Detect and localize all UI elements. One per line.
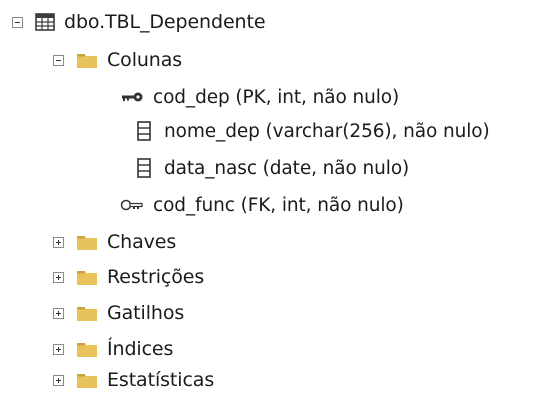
tree-node-folder-estatisticas[interactable]: Estatísticas: [53, 364, 214, 396]
tree-node-label: Estatísticas: [107, 369, 215, 391]
expand-toggle-icon[interactable]: [53, 307, 64, 319]
tree-node-column-nome-dep[interactable]: nome_dep (varchar(256), não nulo): [137, 115, 490, 147]
tree-node-label: Índices: [107, 338, 174, 360]
expand-toggle-icon[interactable]: [53, 271, 64, 283]
tree-node-label: Restrições: [107, 266, 205, 288]
primary-key-icon: [120, 90, 144, 104]
tree-node-label: Chaves: [107, 231, 177, 253]
tree-node-label: cod_dep (PK, int, não nulo): [153, 86, 400, 108]
tree-node-label: nome_dep (varchar(256), não nulo): [164, 120, 490, 142]
tree-node-label: Colunas: [107, 49, 183, 71]
tree-node-column-cod-dep[interactable]: cod_dep (PK, int, não nulo): [120, 81, 399, 113]
column-icon: [137, 158, 151, 178]
expand-toggle-icon[interactable]: [53, 236, 64, 248]
expand-toggle-icon[interactable]: [53, 343, 64, 355]
collapse-toggle-icon[interactable]: [12, 16, 23, 28]
table-icon: [35, 13, 55, 31]
tree-node-columns-folder[interactable]: Colunas: [53, 44, 182, 76]
tree-node-label: data_nasc (date, não nulo): [164, 157, 410, 179]
folder-icon: [76, 268, 98, 286]
tree-node-label: Gatilhos: [107, 302, 185, 324]
foreign-key-icon: [120, 198, 144, 212]
tree-node-label: dbo.TBL_Dependente: [64, 11, 266, 33]
collapse-toggle-icon[interactable]: [53, 54, 64, 66]
tree-node-folder-gatilhos[interactable]: Gatilhos: [53, 297, 184, 329]
folder-icon: [76, 371, 98, 389]
folder-icon: [76, 233, 98, 251]
folder-icon: [76, 304, 98, 322]
tree-node-table[interactable]: dbo.TBL_Dependente: [12, 6, 266, 38]
tree-node-folder-restricoes[interactable]: Restrições: [53, 261, 204, 293]
column-icon: [137, 121, 151, 141]
expand-toggle-icon[interactable]: [53, 374, 64, 386]
tree-node-label: cod_func (FK, int, não nulo): [153, 194, 404, 216]
tree-node-column-data-nasc[interactable]: data_nasc (date, não nulo): [137, 152, 409, 184]
folder-icon: [76, 340, 98, 358]
tree-node-folder-indices[interactable]: Índices: [53, 333, 173, 365]
folder-icon: [76, 51, 98, 69]
tree-node-folder-chaves[interactable]: Chaves: [53, 226, 176, 258]
tree-node-column-cod-func[interactable]: cod_func (FK, int, não nulo): [120, 189, 404, 221]
